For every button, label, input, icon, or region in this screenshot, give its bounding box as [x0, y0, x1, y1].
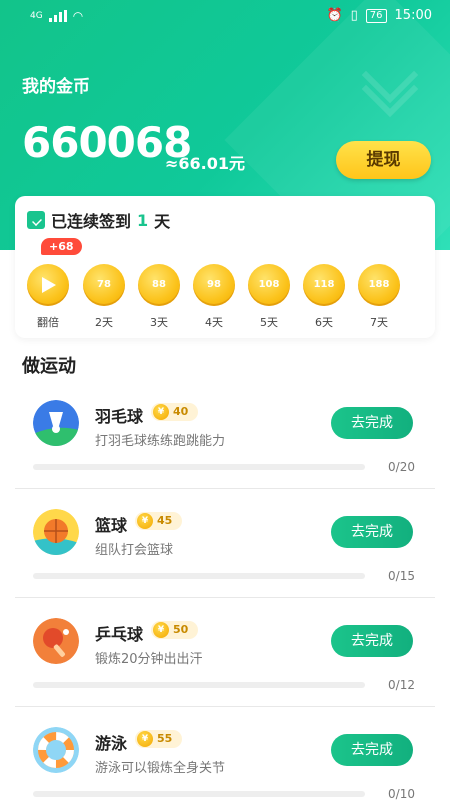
checkin-day[interactable]: 108 5天 — [246, 264, 292, 330]
task-name: 篮球 — [95, 516, 128, 535]
task-item: 乒乓球 ¥50 锻炼20分钟出出汗 去完成 0/12 — [15, 598, 435, 707]
reward-badge: ¥45 — [135, 512, 183, 530]
checkin-day[interactable]: 188 7天 — [356, 264, 402, 330]
reward-badge: ¥40 — [151, 403, 199, 421]
task-desc: 游泳可以锻炼全身关节 — [95, 761, 226, 776]
day-label: 3天 — [150, 316, 168, 329]
signal-icon — [48, 10, 67, 22]
day-label: 5天 — [260, 316, 278, 329]
swim-ring-icon — [33, 727, 79, 773]
reward-value: 40 — [173, 405, 189, 418]
checkin-day[interactable]: 88 3天 — [136, 264, 182, 330]
checkin-prefix: 已连续签到 — [51, 212, 132, 231]
complete-button[interactable]: 去完成 — [331, 407, 413, 439]
progress-bar — [33, 682, 365, 688]
progress-count: 0/15 — [388, 569, 415, 583]
reward-badge: ¥50 — [151, 621, 199, 639]
day-label: 翻倍 — [37, 316, 59, 329]
status-bar: 4G ◠ ⏰ ▯ 76 15:00 — [0, 0, 450, 34]
progress-count: 0/20 — [388, 460, 415, 474]
reward-value: 55 — [157, 732, 173, 745]
checkin-days-row: +68 翻倍 78 2天 88 3天 98 4天 108 5天 118 6天 1… — [25, 238, 425, 330]
progress-bar — [33, 791, 365, 797]
day-label: 2天 — [95, 316, 113, 329]
vibrate-icon: ▯ — [350, 8, 358, 23]
checkin-day[interactable]: 98 4天 — [191, 264, 237, 330]
coin-icon: ¥ — [137, 513, 153, 529]
coin-icon: 78 — [83, 264, 125, 306]
checkin-day[interactable]: 118 6天 — [301, 264, 347, 330]
day-label: 7天 — [370, 316, 388, 329]
reward-value: 50 — [173, 623, 189, 636]
progress-bar — [33, 573, 365, 579]
basketball-icon — [33, 509, 79, 555]
coin-icon: ¥ — [153, 622, 169, 638]
complete-button[interactable]: 去完成 — [331, 516, 413, 548]
progress-count: 0/10 — [388, 787, 415, 800]
task-name: 乒乓球 — [95, 625, 144, 644]
checkin-day[interactable]: 78 2天 — [81, 264, 127, 330]
badminton-icon — [33, 400, 79, 446]
coin-icon: ¥ — [137, 731, 153, 747]
battery-icon: 76 — [365, 8, 387, 23]
checkin-suffix: 天 — [154, 212, 171, 231]
withdraw-button[interactable]: 提现 — [336, 141, 431, 179]
coin-icon: 188 — [358, 264, 400, 306]
network-label: 4G — [30, 11, 43, 21]
wifi-icon: ◠ — [72, 9, 84, 23]
status-left: 4G ◠ — [30, 9, 83, 23]
day-label: 4天 — [205, 316, 223, 329]
checkin-day[interactable]: 翻倍 — [25, 264, 71, 330]
progress-bar — [33, 464, 365, 470]
task-item: 羽毛球 ¥40 打羽毛球练练跑跳能力 去完成 0/20 — [15, 380, 435, 489]
coin-icon: 98 — [193, 264, 235, 306]
coin-icon: ¥ — [153, 404, 169, 420]
progress-count: 0/12 — [388, 678, 415, 692]
double-coin-icon — [27, 264, 69, 306]
task-name: 游泳 — [95, 734, 128, 753]
coin-icon: 88 — [138, 264, 180, 306]
task-name: 羽毛球 — [95, 407, 144, 426]
task-item: 游泳 ¥55 游泳可以锻炼全身关节 去完成 0/10 — [15, 707, 435, 800]
coin-title: 我的金币 — [22, 77, 90, 97]
complete-button[interactable]: 去完成 — [331, 734, 413, 766]
reward-badge: ¥55 — [135, 730, 183, 748]
checkin-header: 已连续签到 1 天 — [27, 208, 170, 232]
chevron-decoration — [360, 46, 430, 125]
reward-value: 45 — [157, 514, 173, 527]
task-desc: 锻炼20分钟出出汗 — [95, 652, 203, 667]
coin-icon: 118 — [303, 264, 345, 306]
clock: 15:00 — [394, 8, 432, 23]
task-item: 篮球 ¥45 组队打会篮球 去完成 0/15 — [15, 489, 435, 598]
section-title: 做运动 — [22, 356, 76, 377]
bonus-tag: +68 — [41, 238, 82, 255]
coin-cash-value: ≈66.01元 — [165, 154, 246, 173]
ping-pong-icon — [33, 618, 79, 664]
day-label: 6天 — [315, 316, 333, 329]
calendar-check-icon — [27, 211, 45, 229]
checkin-card: 已连续签到 1 天 +68 翻倍 78 2天 88 3天 98 4天 108 5… — [15, 196, 435, 338]
status-right: ⏰ ▯ 76 15:00 — [326, 8, 432, 23]
coin-icon: 108 — [248, 264, 290, 306]
task-list: 羽毛球 ¥40 打羽毛球练练跑跳能力 去完成 0/20 篮球 ¥45 组队打会篮… — [15, 380, 435, 800]
task-desc: 组队打会篮球 — [95, 543, 174, 558]
complete-button[interactable]: 去完成 — [331, 625, 413, 657]
task-desc: 打羽毛球练练跑跳能力 — [95, 434, 226, 449]
alarm-icon: ⏰ — [326, 8, 343, 23]
checkin-days: 1 — [137, 210, 149, 230]
